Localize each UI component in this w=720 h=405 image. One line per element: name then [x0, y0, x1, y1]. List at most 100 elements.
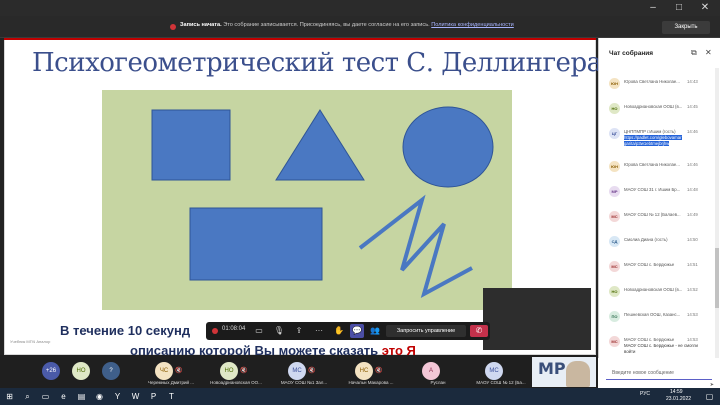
avatar: МС: [609, 211, 620, 222]
message-link[interactable]: https://padlet.com/glebovamar garita/p3w…: [624, 135, 682, 146]
minimize-icon[interactable]: –: [646, 1, 660, 15]
message-author: Пешневская ООШ, Казанс...: [624, 312, 681, 317]
message-time: 14:49: [687, 212, 698, 217]
avatar: ЦГ: [609, 128, 620, 139]
rectangle-shape: [189, 207, 323, 281]
chat-scrollbar[interactable]: [715, 68, 719, 358]
avatar: МС: [485, 362, 503, 380]
scrollbar-thumb[interactable]: [715, 248, 719, 308]
message-author: МАОУ СОШ 31 г. Ишим Бр...: [624, 187, 681, 192]
tile-logo: МР: [538, 359, 566, 378]
avatar: НО: [72, 362, 90, 380]
chat-input-area: Введите новое сообщение ➤: [598, 358, 720, 388]
chat-close-icon[interactable]: ✕: [705, 48, 712, 57]
chat-message[interactable]: МР МАОУ СОШ 31 г. Ишим Бр... 14:48: [599, 178, 715, 203]
message-author: МАОУ СОШ № 12 (Балаев...: [624, 212, 681, 217]
avatar: СД: [609, 236, 620, 247]
chat-message[interactable]: ПО Пешневская ООШ, Казанс... 14:53: [599, 303, 715, 328]
participant-name: Руслан: [430, 380, 446, 385]
chat-message[interactable]: НО Новоадриановская ООШ (в... 14:52: [599, 278, 715, 303]
message-time: 14:45: [687, 104, 698, 109]
hangup-button[interactable]: ✆: [470, 325, 488, 337]
recording-title: Запись начата.: [180, 22, 222, 28]
meeting-timer: 01:08:04: [222, 326, 246, 332]
slide-note: Учебник МПЧ Аналор: [10, 339, 51, 344]
banner-close-button[interactable]: Закрыть: [662, 21, 710, 34]
recording-icon: [170, 24, 176, 30]
participant-strip: +26 НО ? ЧС 🔇 Черемных Дмитрий ... НО 🔇 …: [0, 355, 598, 388]
edge-icon[interactable]: e: [58, 391, 69, 402]
chat-message[interactable]: МС МАОУ СОШ с. Бердюжье 14:51: [599, 253, 715, 278]
participant-name: МАОУ СОШ № 12 (Ба...: [476, 380, 526, 385]
task-view-icon[interactable]: ▭: [40, 391, 51, 402]
language-indicator[interactable]: РУС: [640, 391, 650, 397]
share-icon[interactable]: ⇪: [292, 324, 306, 338]
chat-input[interactable]: Введите новое сообщение: [606, 366, 712, 380]
explorer-icon[interactable]: ▤: [76, 391, 87, 402]
recording-text: Это собрание записывается. Присоединяясь…: [223, 22, 430, 28]
avatar: ЮН: [609, 161, 620, 172]
shared-screen: Психогеометрический тест С. Деллингера В…: [0, 38, 602, 358]
yandex-icon[interactable]: Y: [112, 391, 123, 402]
zigzag-shape: [358, 194, 473, 299]
mic-off-icon: 🔇: [175, 368, 183, 374]
word-icon[interactable]: W: [130, 391, 141, 402]
mic-off-icon: 🔇: [375, 368, 383, 374]
circle-shape: [402, 106, 494, 188]
chat-title: Чат собрания: [609, 50, 654, 57]
more-icon[interactable]: ···: [312, 324, 326, 338]
recording-indicator-icon: [212, 328, 218, 334]
shapes-svg: [151, 106, 494, 336]
message-time: 14:43: [687, 79, 698, 84]
chat-icon[interactable]: 💬: [350, 324, 364, 338]
avatar: МС: [609, 336, 620, 347]
avatar: НО: [609, 286, 620, 297]
slide-footer-line1: В течение 10 секунд: [60, 323, 191, 338]
self-video-person: [566, 361, 590, 387]
windows-start-icon[interactable]: ⊞: [4, 391, 15, 402]
avatar: ЮН: [609, 78, 620, 89]
camera-off-icon[interactable]: ▭: [252, 324, 266, 338]
mic-off-icon[interactable]: 🎙: [272, 324, 286, 338]
recording-banner: Запись начата. Это собрание записывается…: [0, 16, 720, 38]
message-author: Смолиа Диана (гость): [624, 237, 668, 242]
message-author: Новоадриановская ООШ (в...: [624, 287, 683, 292]
avatar: МС: [609, 261, 620, 272]
popout-icon[interactable]: ⧉: [691, 48, 697, 58]
maximize-icon[interactable]: □: [672, 1, 686, 15]
privacy-link[interactable]: Политика конфиденциальности: [431, 22, 514, 28]
recording-message: Запись начата. Это собрание записывается…: [180, 22, 514, 28]
message-body[interactable]: https://padlet.com/glebovamar garita/p3w…: [624, 135, 702, 147]
powerpoint-icon[interactable]: P: [148, 391, 159, 402]
message-time: 14:46: [687, 162, 698, 167]
clock-date: 23.01.2022: [666, 396, 692, 402]
people-icon[interactable]: 👥: [368, 324, 382, 338]
slide-accent-line: [4, 38, 596, 40]
chat-message[interactable]: НО Новоадриановская ООШ (в... 14:45: [599, 95, 715, 120]
avatar: НО: [220, 362, 238, 380]
avatar: МС: [288, 362, 306, 380]
raise-hand-icon[interactable]: ✋: [332, 324, 346, 338]
chat-message[interactable]: ЮН Юрова Светлана Николае... 14:43: [599, 70, 715, 95]
chrome-icon[interactable]: ◉: [94, 391, 105, 402]
avatar: НС: [355, 362, 373, 380]
message-time: 14:48: [687, 187, 698, 192]
message-author: МАОУ СОШ с. Бердюжье: [624, 262, 675, 267]
notifications-icon[interactable]: ▢: [704, 391, 715, 402]
chat-message[interactable]: МС МАОУ СОШ № 12 (Балаев... 14:49: [599, 203, 715, 228]
presenter-video-tile: [483, 288, 591, 350]
avatar: ?: [102, 362, 120, 380]
request-control-button[interactable]: Запросить управление: [386, 325, 466, 337]
meeting-toolbar: 01:08:04 ▭ 🎙 ⇪ ··· ✋ 💬 👥 Запросить управ…: [206, 322, 490, 340]
close-icon[interactable]: ✕: [698, 1, 712, 15]
chat-message[interactable]: ЦГ ЦНППМПР г.Ишим (гость) 14:46 https://…: [599, 120, 715, 153]
chat-message[interactable]: СД Смолиа Диана (гость) 14:50: [599, 228, 715, 253]
message-time: 14:53: [687, 312, 698, 317]
avatar: А: [422, 362, 440, 380]
search-icon[interactable]: ⌕: [22, 391, 33, 402]
chat-message[interactable]: МС МАОУ СОШ с. Бердюжье 14:53 МАОУ СОШ с…: [599, 328, 715, 361]
teams-icon[interactable]: T: [166, 391, 177, 402]
message-author: МАОУ СОШ с. Бердюжье: [624, 337, 675, 342]
self-video-tile[interactable]: МР: [532, 357, 596, 387]
chat-message[interactable]: ЮН Юрова Светлана Николае... 14:46: [599, 153, 715, 178]
